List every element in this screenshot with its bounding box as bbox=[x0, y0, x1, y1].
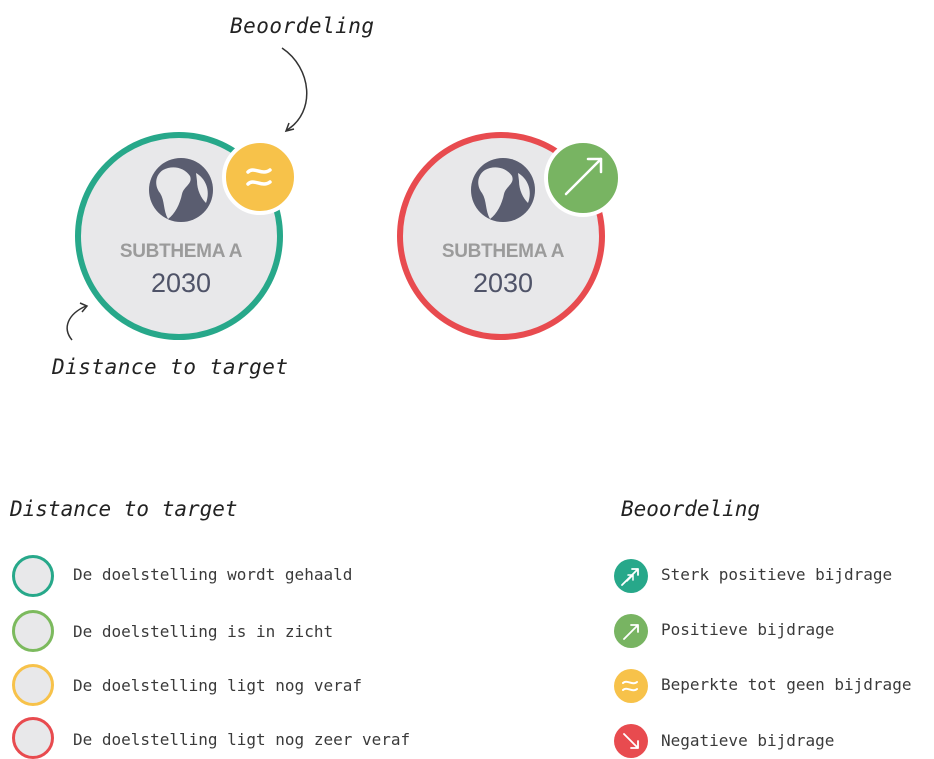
arrow-down-right-icon bbox=[623, 733, 639, 749]
legend-beoordeling-item: Negatieve bijdrage bbox=[661, 731, 835, 750]
